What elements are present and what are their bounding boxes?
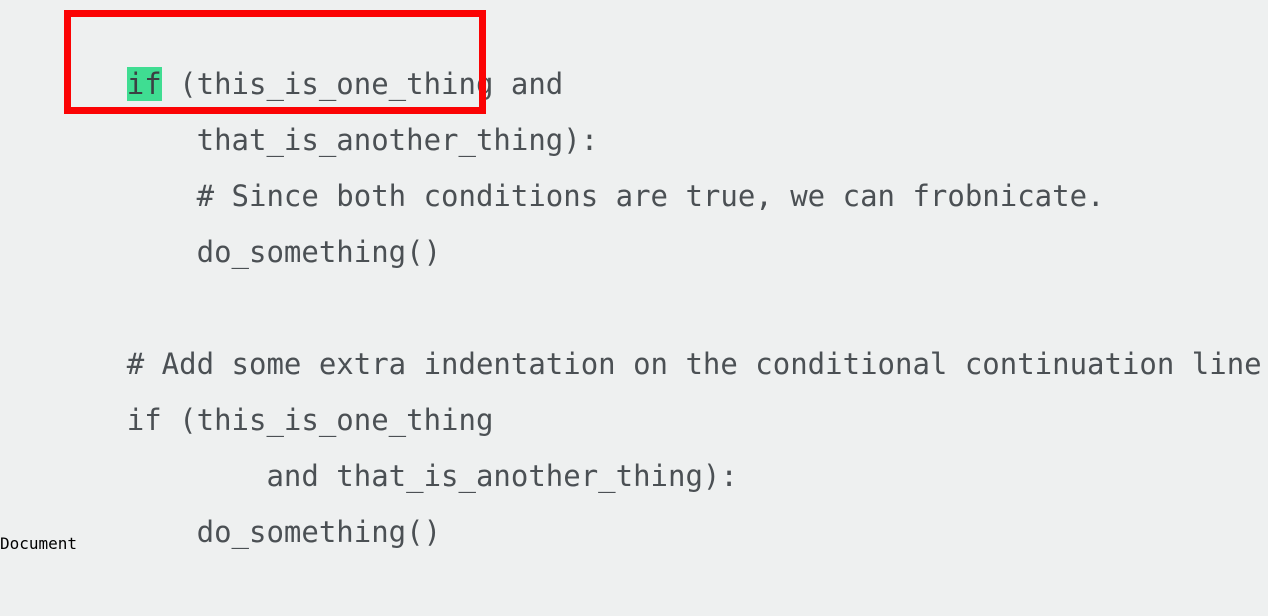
- code-comment-line: # Since both conditions are true, we can…: [22, 112, 1262, 213]
- code-line: and that_is_another_thing):: [22, 392, 1262, 493]
- code-blank-line: [22, 224, 1262, 280]
- page-root: if (this_is_one_thing and that_is_anothe…: [0, 0, 1268, 549]
- code-block: if (this_is_one_thing and that_is_anothe…: [22, 0, 1268, 549]
- code-line: do_something(): [22, 448, 1262, 549]
- code-line: do_something(): [22, 168, 1262, 269]
- code-comment-line: # Add some extra indentation on the cond…: [22, 280, 1268, 381]
- code-line: that_is_another_thing):: [22, 56, 1262, 157]
- code-line-text: do_something(): [126, 515, 442, 549]
- code-line: if (this_is_one_thing and: [22, 0, 1262, 101]
- code-line: if (this_is_one_thing: [22, 336, 1262, 437]
